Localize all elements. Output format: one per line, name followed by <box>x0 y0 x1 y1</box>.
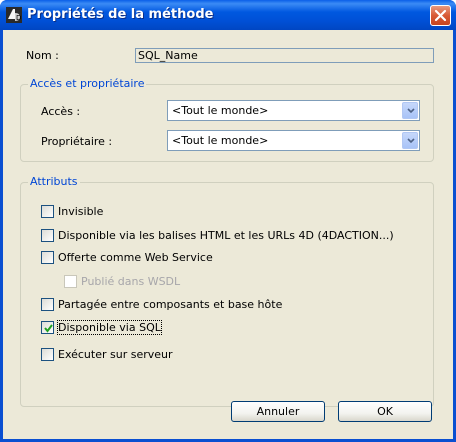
proprietaire-label: Propriétaire : <box>41 135 113 148</box>
checkbox-label: Disponible via SQL <box>57 320 162 335</box>
title-bar[interactable]: D Propriétés de la méthode <box>0 0 456 30</box>
close-button[interactable] <box>430 5 451 26</box>
checkbox-box[interactable] <box>41 298 54 311</box>
name-field: SQL_Name <box>135 48 434 63</box>
check-icon <box>44 324 53 333</box>
ok-button[interactable]: OK <box>338 401 432 422</box>
checkbox-label: Partagée entre composants et base hôte <box>58 298 283 311</box>
checkbox-label: Invisible <box>58 205 104 218</box>
attributes-group-title: Attributs <box>28 175 80 188</box>
window-title: Propriétés de la méthode <box>27 7 214 22</box>
checkbox-box[interactable] <box>41 251 54 264</box>
dialog-body: Nom : SQL_Name Accès et propriétaire Acc… <box>3 30 453 439</box>
checkbox-box[interactable] <box>41 321 54 334</box>
4d-app-icon: D <box>6 7 22 23</box>
checkbox-box[interactable] <box>64 275 77 288</box>
proprietaire-select-value: <Tout le monde> <box>172 134 269 147</box>
chevron-down-icon <box>407 108 415 114</box>
proprietaire-select[interactable]: <Tout le monde> <box>167 130 420 151</box>
close-icon <box>434 9 447 22</box>
checkbox-label: Publié dans WSDL <box>81 275 181 288</box>
acces-select[interactable]: <Tout le monde> <box>167 100 420 121</box>
acces-dropdown-button[interactable] <box>402 102 418 119</box>
checkbox-label: Disponible via les balises HTML et les U… <box>58 229 394 242</box>
acces-select-value: <Tout le monde> <box>172 104 269 117</box>
nom-label: Nom : <box>26 49 59 62</box>
checkbox-label: Exécuter sur serveur <box>58 348 173 361</box>
chevron-down-icon <box>407 138 415 144</box>
dialog-window: D Propriétés de la méthode Nom : SQL_Nam… <box>0 0 456 442</box>
checkbox-label: Offerte comme Web Service <box>58 251 213 264</box>
svg-text:D: D <box>16 14 21 22</box>
checkbox-box[interactable] <box>41 205 54 218</box>
access-owner-group-title: Accès et propriétaire <box>28 77 147 90</box>
proprietaire-dropdown-button[interactable] <box>402 132 418 149</box>
checkbox-box[interactable] <box>41 229 54 242</box>
checkbox-box[interactable] <box>41 348 54 361</box>
cancel-button[interactable]: Annuler <box>231 401 325 422</box>
acces-label: Accès : <box>41 105 81 118</box>
